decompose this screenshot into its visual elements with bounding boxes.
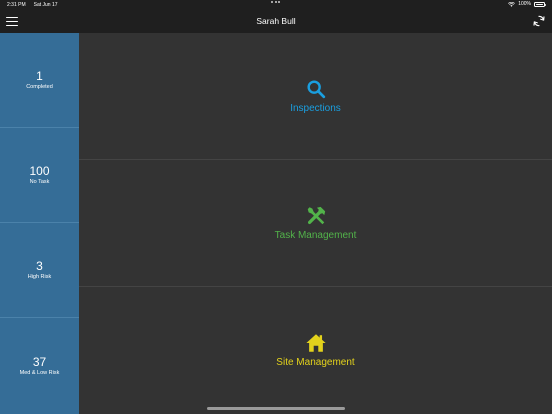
stats-sidebar: 1 Completed 100 No Task 3 High Risk 37 M… xyxy=(0,33,79,414)
stat-value: 100 xyxy=(29,164,50,178)
stat-label: Completed xyxy=(26,84,53,90)
page-title: Sarah Bull xyxy=(256,16,296,26)
task-management-label: Task Management xyxy=(274,229,357,241)
site-management-tile[interactable]: Site Management xyxy=(79,287,552,414)
stat-label: Med & Low Risk xyxy=(19,369,60,376)
main-menu: Inspections Task Management Site Managem… xyxy=(79,33,552,414)
stat-high-risk[interactable]: 3 High Risk xyxy=(0,223,79,318)
task-management-tile[interactable]: Task Management xyxy=(79,160,552,287)
stat-value: 1 xyxy=(36,69,43,83)
home-icon xyxy=(305,334,326,352)
status-bar: 2:31 PM Sat Jun 17 100% xyxy=(0,0,552,10)
stat-label: No Task xyxy=(29,179,50,185)
battery-icon xyxy=(534,1,546,7)
search-icon xyxy=(306,79,325,98)
status-time: 2:31 PM xyxy=(7,2,26,8)
battery-percent: 100% xyxy=(518,1,531,7)
sync-icon[interactable] xyxy=(532,14,546,28)
site-management-label: Site Management xyxy=(276,357,355,368)
home-indicator[interactable] xyxy=(207,407,345,410)
navigation-bar: Sarah Bull xyxy=(0,10,552,33)
stat-med-low-risk[interactable]: 37 Med & Low Risk xyxy=(0,318,79,413)
stat-completed[interactable]: 1 Completed xyxy=(0,33,79,128)
inspections-tile[interactable]: Inspections xyxy=(79,33,552,160)
inspections-label: Inspections xyxy=(290,102,341,114)
wifi-icon xyxy=(508,1,516,7)
status-date: Sat Jun 17 xyxy=(33,2,58,8)
stat-no-task[interactable]: 100 No Task xyxy=(0,128,79,223)
multitasking-dots-icon[interactable] xyxy=(271,1,280,3)
stat-value: 3 xyxy=(36,259,43,273)
status-indicators: 100% xyxy=(508,1,546,7)
tools-icon xyxy=(307,206,325,224)
status-time-date: 2:31 PM Sat Jun 17 xyxy=(7,2,58,8)
stat-label: High Risk xyxy=(27,274,52,280)
stat-value: 37 xyxy=(32,354,47,369)
